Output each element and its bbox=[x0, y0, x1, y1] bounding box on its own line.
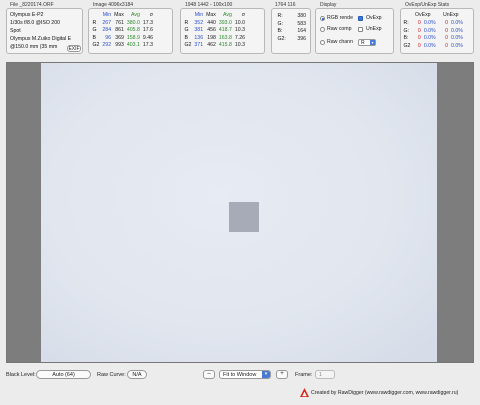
raw-comp-radio[interactable] bbox=[320, 27, 325, 32]
raw-image-canvas[interactable] bbox=[41, 63, 437, 362]
zoom-value: Fit to Window bbox=[223, 372, 257, 378]
table-row: G2 292 993 403.1 17.3 bbox=[92, 42, 153, 48]
rgb-render-label: RGB rende bbox=[327, 15, 353, 21]
table-row: B: 164 bbox=[277, 28, 307, 34]
table-row: B 136 198 163.8 7.26 bbox=[184, 34, 245, 41]
col-sigma: σ bbox=[149, 12, 153, 18]
exif-button[interactable]: EXIF bbox=[67, 45, 81, 52]
ovexp-label: OvExp bbox=[366, 15, 382, 21]
point-value-table: R: 380 G: 583 B: 164 G2: 396 bbox=[276, 13, 308, 43]
raw-curve-button[interactable]: N/A bbox=[127, 370, 147, 379]
frame-value: 1 bbox=[319, 372, 323, 378]
point-value-panel: R: 380 G: 583 B: 164 G2: 396 bbox=[271, 8, 311, 54]
frame-select[interactable]: 1 bbox=[315, 370, 335, 379]
ovexp-header: OvExp bbox=[415, 12, 431, 18]
table-row: G 381 456 418.7 10.3 bbox=[184, 27, 245, 33]
rgb-render-radio[interactable] bbox=[320, 16, 325, 21]
file-info-panel: Olympus E-P2 1/30s f/8.0 @ISO 200 Spot O… bbox=[6, 8, 83, 54]
unexp-label: UnExp bbox=[366, 26, 382, 32]
chevron-down-icon: ▾ bbox=[262, 371, 270, 378]
table-row: R 352 440 393.0 10.0 bbox=[184, 19, 245, 26]
black-level-label: Black Level: bbox=[6, 372, 36, 378]
exposure-stats-panel: OvExp UnExp R: 0 0.0% 0 0.0% G: 0 0.0% 0… bbox=[400, 8, 474, 54]
image-viewer[interactable] bbox=[6, 62, 474, 363]
table-row: G2: 396 bbox=[277, 35, 307, 42]
black-level-button[interactable]: Auto (64) bbox=[36, 370, 91, 379]
col-avg: Avg bbox=[131, 12, 140, 18]
focal-length: @150.0 mm (35 mm bbox=[10, 44, 58, 50]
image-stats-table: Min Max Avg σ R 267 761 380.0 17.3 G 284… bbox=[91, 12, 154, 50]
raw-channel-select[interactable]: R ▾ bbox=[358, 39, 376, 46]
image-stats-panel: Min Max Avg σ R 267 761 380.0 17.3 G 284… bbox=[88, 8, 173, 54]
table-row: R: 0 0.0% 0 0.0% bbox=[403, 20, 463, 26]
raw-channel-value: R bbox=[361, 40, 365, 46]
frame-label: Frame: bbox=[295, 372, 313, 378]
metering-mode: Spot bbox=[10, 28, 21, 34]
col-min: Min bbox=[102, 12, 112, 18]
table-row: R: 380 bbox=[277, 13, 307, 19]
unexp-header: UnExp bbox=[443, 12, 459, 18]
raw-channel-radio[interactable] bbox=[320, 40, 325, 45]
rawdigger-logo-icon bbox=[300, 388, 309, 397]
table-row: G2 371 462 415.8 10.3 bbox=[184, 42, 245, 48]
col-min: Min bbox=[194, 12, 204, 18]
credit-text: Created by RawDigger (www.rawdigger.com,… bbox=[311, 390, 459, 396]
col-max: Max bbox=[206, 12, 216, 18]
raw-channel-label: Raw chann bbox=[327, 39, 353, 45]
table-row: B: 0 0.0% 0 0.0% bbox=[403, 35, 463, 41]
unexp-checkbox[interactable] bbox=[358, 27, 363, 32]
ovexp-checkbox[interactable] bbox=[358, 16, 363, 21]
table-row: G: 0 0.0% 0 0.0% bbox=[403, 27, 463, 34]
col-sigma: σ bbox=[241, 12, 245, 18]
raw-curve-label: Raw Curve: bbox=[97, 372, 126, 378]
table-row: G 284 861 405.8 17.6 bbox=[92, 27, 153, 33]
table-row: B 96 369 158.9 9.46 bbox=[92, 34, 153, 41]
table-row: G: 583 bbox=[277, 20, 307, 27]
camera-model: Olympus E-P2 bbox=[10, 12, 44, 18]
zoom-select[interactable]: Fit to Window ▾ bbox=[219, 370, 271, 379]
chevron-down-icon: ▾ bbox=[370, 40, 375, 45]
exposure-stats-table: R: 0 0.0% 0 0.0% G: 0 0.0% 0 0.0% B: 0 0… bbox=[402, 20, 464, 50]
raw-comp-label: Raw comp bbox=[327, 26, 352, 32]
col-max: Max bbox=[114, 12, 124, 18]
lens-name: Olympus M.Zuiko Digital E bbox=[10, 36, 72, 42]
exposure-info: 1/30s f/8.0 @ISO 200 bbox=[10, 20, 60, 26]
table-row: R 267 761 380.0 17.3 bbox=[92, 19, 153, 26]
display-panel: RGB rende Raw comp Raw chann OvExp UnExp… bbox=[315, 8, 394, 54]
selection-stats-table: Min Max Avg σ R 352 440 393.0 10.0 G 381… bbox=[183, 12, 246, 50]
zoom-out-button[interactable]: – bbox=[203, 370, 215, 379]
selection-stats-panel: Min Max Avg σ R 352 440 393.0 10.0 G 381… bbox=[180, 8, 265, 54]
table-row: G2 0 0.0% 0 0.0% bbox=[403, 42, 463, 49]
selection-rectangle[interactable] bbox=[229, 202, 259, 232]
zoom-in-button[interactable]: + bbox=[276, 370, 288, 379]
col-avg: Avg bbox=[223, 12, 232, 18]
